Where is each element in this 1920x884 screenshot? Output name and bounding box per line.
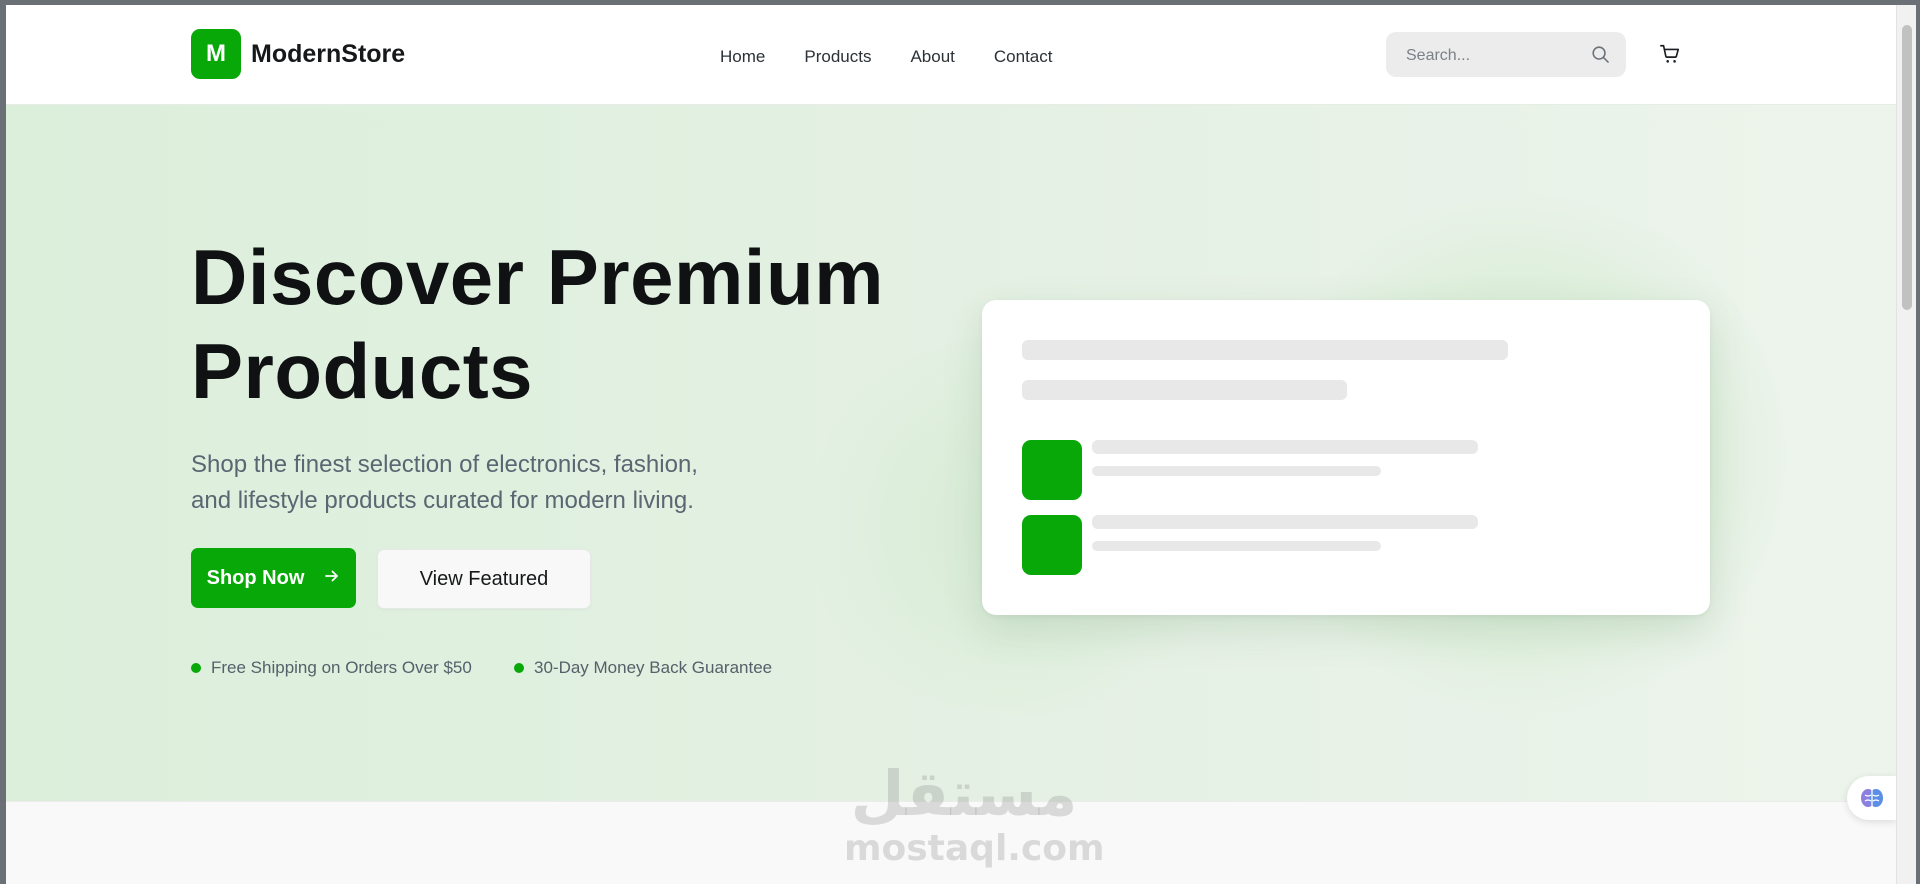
- skeleton-line: [1092, 466, 1381, 476]
- arrow-right-icon: [324, 567, 340, 590]
- nav-products[interactable]: Products: [804, 47, 871, 67]
- hero-subtitle: Shop the finest selection of electronics…: [191, 447, 791, 519]
- product-thumbnail: [1022, 440, 1082, 500]
- feature-money-back: 30-Day Money Back Guarantee: [514, 658, 772, 678]
- page-scrollbar[interactable]: [1896, 5, 1917, 884]
- view-featured-button[interactable]: View Featured: [377, 549, 591, 609]
- window-frame: [1916, 0, 1920, 884]
- bullet-dot: [191, 663, 201, 673]
- hero-subtitle-line-1: Shop the finest selection of electronics…: [191, 451, 698, 478]
- nav-home[interactable]: Home: [720, 47, 765, 67]
- cart-icon[interactable]: [1659, 43, 1681, 70]
- brand-name[interactable]: ModernStore: [251, 40, 405, 69]
- skeleton-line: [1022, 340, 1508, 360]
- floating-widget[interactable]: [1847, 776, 1897, 820]
- watermark: مستقل mostaql.com: [844, 757, 1105, 869]
- skeleton-line: [1092, 541, 1381, 551]
- logo-mark[interactable]: M: [191, 29, 241, 79]
- main-nav: Home Products About Contact: [720, 47, 1091, 67]
- search-icon[interactable]: [1591, 45, 1610, 69]
- product-thumbnail: [1022, 515, 1082, 575]
- hero-title: Discover Premium Products: [191, 230, 951, 418]
- nav-about[interactable]: About: [910, 47, 954, 67]
- watermark-arabic: مستقل: [850, 757, 1078, 830]
- hero-title-line-1: Discover Premium: [191, 233, 884, 321]
- search-input[interactable]: [1404, 32, 1588, 79]
- watermark-latin: mostaql.com: [844, 828, 1105, 869]
- product-preview-card: [982, 300, 1710, 615]
- feature-free-shipping: Free Shipping on Orders Over $50: [191, 658, 472, 678]
- shop-now-button[interactable]: Shop Now: [191, 548, 356, 608]
- scrollbar-thumb[interactable]: [1902, 25, 1912, 310]
- hero-subtitle-line-2: and lifestyle products curated for moder…: [191, 487, 694, 514]
- brain-icon: [1859, 786, 1885, 815]
- skeleton-line: [1092, 440, 1478, 454]
- browser-viewport: M ModernStore Home Products About Contac…: [6, 5, 1896, 884]
- feature-label: Free Shipping on Orders Over $50: [211, 658, 472, 677]
- skeleton-line: [1022, 380, 1347, 400]
- hero-section: Discover Premium Products Shop the fines…: [6, 105, 1896, 801]
- search-box: [1386, 32, 1626, 79]
- site-header: M ModernStore Home Products About Contac…: [6, 5, 1896, 105]
- feature-label: 30-Day Money Back Guarantee: [534, 658, 773, 677]
- hero-title-line-2: Products: [191, 327, 534, 415]
- nav-contact[interactable]: Contact: [994, 47, 1053, 67]
- bullet-dot: [514, 663, 524, 673]
- shop-now-label: Shop Now: [206, 566, 305, 589]
- skeleton-line: [1092, 515, 1478, 529]
